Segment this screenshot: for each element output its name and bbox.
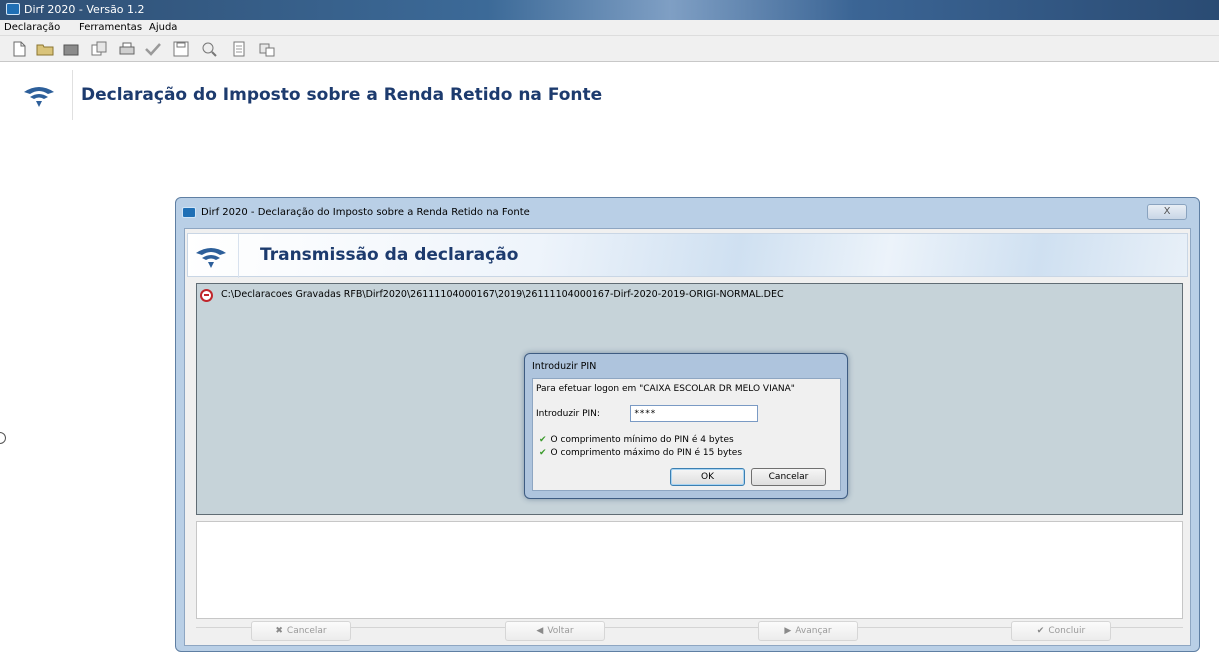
banner-title: Transmissão da declaração: [260, 245, 519, 265]
app-titlebar: Dirf 2020 - Versão 1.2: [0, 0, 1219, 20]
transmit-icon[interactable]: [258, 40, 276, 58]
ok-button[interactable]: OK: [670, 468, 745, 486]
checkmark-icon[interactable]: [144, 40, 162, 58]
receita-logo-icon: [194, 241, 228, 271]
app-title: Dirf 2020 - Versão 1.2: [24, 3, 145, 16]
back-button[interactable]: ◀ Voltar: [505, 621, 605, 641]
document-icon[interactable]: [230, 40, 248, 58]
checkmark-icon: ✔: [539, 435, 547, 445]
pin-message: Para efetuar logon em "CAIXA ESCOLAR DR …: [536, 384, 795, 394]
window-edge-handle: [0, 432, 6, 444]
dialog-title: Dirf 2020 - Declaração do Imposto sobre …: [201, 207, 530, 218]
log-area: [196, 521, 1183, 619]
checkmark-icon: ✔: [539, 448, 547, 458]
file-path[interactable]: C:\Declaracoes Gravadas RFB\Dirf2020\261…: [221, 289, 784, 300]
next-button[interactable]: ▶ Avançar: [758, 621, 858, 641]
receita-logo-icon: [22, 80, 56, 110]
dialog-banner: Transmissão da declaração: [187, 233, 1188, 278]
error-icon: [200, 289, 213, 302]
menu-declaracao[interactable]: Declaração: [4, 22, 60, 33]
arrow-right-icon: ▶: [784, 626, 792, 636]
pin-label: Introduzir PIN:: [536, 409, 600, 419]
finish-button-label: Concluir: [1048, 626, 1086, 636]
pin-rule-min: ✔ O comprimento mínimo do PIN é 4 bytes: [539, 435, 734, 445]
menu-ajuda[interactable]: Ajuda: [149, 22, 177, 33]
pin-rule-max-text: O comprimento máximo do PIN é 15 bytes: [550, 448, 743, 458]
dialog-logo-icon: [182, 207, 196, 218]
new-file-icon[interactable]: [10, 40, 28, 58]
menu-bar: Declaração Ferramentas Ajuda: [0, 20, 1219, 36]
checkmark-icon: ✔: [1036, 626, 1045, 636]
dialog-titlebar[interactable]: Dirf 2020 - Declaração do Imposto sobre …: [176, 198, 1199, 226]
header-divider: [72, 70, 73, 120]
back-button-label: Voltar: [547, 626, 574, 636]
search-icon[interactable]: [200, 40, 218, 58]
pin-dialog-title: Introduzir PIN: [532, 361, 597, 372]
pin-dialog: Introduzir PIN Para efetuar logon em "CA…: [524, 353, 848, 499]
banner-divider: [238, 234, 239, 278]
close-icon[interactable]: X: [1147, 204, 1187, 220]
cancel-button[interactable]: ✖ Cancelar: [251, 621, 351, 641]
cancel-button-label: Cancelar: [286, 626, 327, 636]
folder-icon[interactable]: [62, 40, 80, 58]
pin-rule-min-text: O comprimento mínimo do PIN é 4 bytes: [550, 435, 734, 445]
pin-dialog-body: Para efetuar logon em "CAIXA ESCOLAR DR …: [532, 378, 841, 491]
open-folder-icon[interactable]: [36, 40, 54, 58]
menu-ferramentas[interactable]: Ferramentas: [79, 22, 142, 33]
x-icon: ✖: [275, 626, 283, 636]
save-icon[interactable]: [172, 40, 190, 58]
pin-rule-max: ✔ O comprimento máximo do PIN é 15 bytes: [539, 448, 742, 458]
toolbar: [0, 36, 1219, 62]
app-logo-icon: [6, 3, 20, 15]
copy-icon[interactable]: [90, 40, 108, 58]
finish-button[interactable]: ✔ Concluir: [1011, 621, 1111, 641]
pin-cancel-button[interactable]: Cancelar: [751, 468, 826, 486]
pin-input[interactable]: [630, 405, 758, 422]
print-icon[interactable]: [118, 40, 136, 58]
next-button-label: Avançar: [795, 626, 832, 636]
page-title: Declaração do Imposto sobre a Renda Reti…: [81, 85, 603, 105]
arrow-left-icon: ◀: [536, 626, 544, 636]
